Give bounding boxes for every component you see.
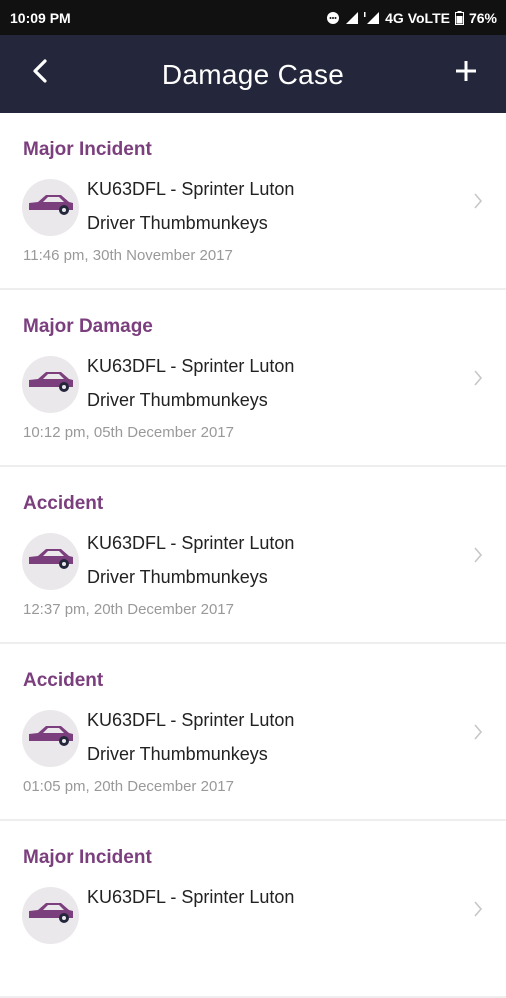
vehicle-name: KU63DFL - Sprinter Luton <box>87 179 295 199</box>
chevron-right-icon <box>470 368 486 388</box>
case-type: Accident <box>23 670 104 691</box>
add-case-button[interactable] <box>448 55 484 91</box>
car-icon <box>28 901 74 930</box>
vehicle-name: KU63DFL - Sprinter Luton <box>87 356 295 376</box>
status-time: 10:09 PM <box>10 9 71 26</box>
car-icon <box>28 724 74 753</box>
chevron-right-icon <box>470 545 486 565</box>
case-type: Major Incident <box>23 847 152 868</box>
case-timestamp: 11:46 pm, 30th November 2017 <box>23 247 233 264</box>
signal-icon <box>364 11 380 25</box>
driver-name: Driver Thumbmunkeys <box>87 744 268 764</box>
vehicle-avatar <box>22 887 79 944</box>
vehicle-avatar <box>22 710 79 767</box>
vehicle-avatar <box>22 356 79 413</box>
vehicle-name: KU63DFL - Sprinter Luton <box>87 710 295 730</box>
status-bar: 10:09 PM 4G VoLTE 76% <box>0 0 506 35</box>
battery-level: 76% <box>468 9 497 26</box>
case-list-item[interactable]: Major Damage KU63DFL - Sprinter Luton Dr… <box>0 290 506 467</box>
chevron-right-icon <box>470 722 486 742</box>
signal-icon <box>345 11 359 25</box>
vehicle-name: KU63DFL - Sprinter Luton <box>87 887 295 907</box>
damage-case-list: Major Incident KU63DFL - Sprinter Luton … <box>0 113 506 998</box>
case-list-item[interactable]: Accident KU63DFL - Sprinter Luton Driver… <box>0 467 506 644</box>
case-timestamp: 10:12 pm, 05th December 2017 <box>23 424 234 441</box>
case-list-item[interactable]: Major Incident KU63DFL - Sprinter Luton <box>0 821 506 998</box>
app-bar: Damage Case <box>0 35 506 113</box>
case-timestamp: 01:05 pm, 20th December 2017 <box>23 778 234 795</box>
case-list-item[interactable]: Major Incident KU63DFL - Sprinter Luton … <box>0 113 506 290</box>
network-label: 4G VoLTE <box>385 9 450 26</box>
case-timestamp: 12:37 pm, 20th December 2017 <box>23 601 234 618</box>
status-icons: 4G VoLTE 76% <box>326 10 497 26</box>
battery-icon <box>454 10 464 25</box>
case-type: Accident <box>23 493 104 514</box>
driver-name: Driver Thumbmunkeys <box>87 390 268 410</box>
chat-bubble-icon <box>326 11 340 25</box>
case-type: Major Incident <box>23 139 152 160</box>
case-type: Major Damage <box>23 316 153 337</box>
vehicle-avatar <box>22 179 79 236</box>
chevron-right-icon <box>470 191 486 211</box>
case-list-item[interactable]: Accident KU63DFL - Sprinter Luton Driver… <box>0 644 506 821</box>
driver-name: Driver Thumbmunkeys <box>87 213 268 233</box>
car-icon <box>28 547 74 576</box>
vehicle-avatar <box>22 533 79 590</box>
car-icon <box>28 193 74 222</box>
driver-name: Driver Thumbmunkeys <box>87 567 268 587</box>
vehicle-name: KU63DFL - Sprinter Luton <box>87 533 295 553</box>
car-icon <box>28 370 74 399</box>
chevron-right-icon <box>470 899 486 919</box>
page-title: Damage Case <box>161 59 345 90</box>
plus-icon <box>454 59 478 88</box>
